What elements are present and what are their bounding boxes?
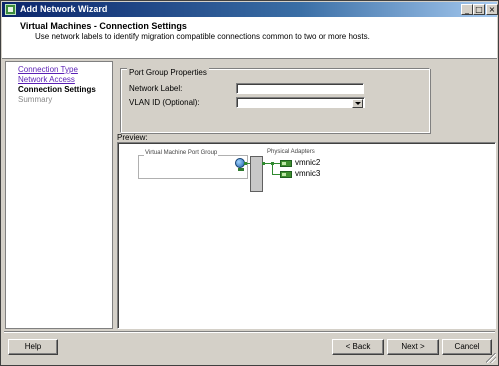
page-title: Virtual Machines - Connection Settings xyxy=(20,21,187,31)
wizard-steps-panel: Connection Type Network Access Connectio… xyxy=(5,61,113,329)
step-connection-settings: Connection Settings xyxy=(18,85,96,94)
back-button[interactable]: < Back xyxy=(332,339,384,355)
step-summary: Summary xyxy=(18,95,53,104)
vlan-id-label: VLAN ID (Optional): xyxy=(129,98,200,107)
page-description: Use network labels to identify migration… xyxy=(35,32,370,41)
content-panel: Port Group Properties Network Label: VLA… xyxy=(115,61,497,329)
adapter-vmnic2-label: vmnic2 xyxy=(295,158,321,167)
network-adapter-icon xyxy=(280,171,292,178)
window-title: Add Network Wizard xyxy=(20,4,108,14)
minimize-button[interactable]: _ xyxy=(461,4,473,15)
connector-line xyxy=(272,163,273,174)
step-network-access[interactable]: Network Access xyxy=(18,75,75,84)
close-button[interactable]: × xyxy=(486,4,498,15)
network-label-input[interactable] xyxy=(236,83,364,94)
cancel-button[interactable]: Cancel xyxy=(442,339,492,355)
next-button[interactable]: Next > xyxy=(387,339,439,355)
preview-label: Preview: xyxy=(117,133,148,142)
network-preview: Virtual Machine Port Group Physical Adap… xyxy=(117,142,496,329)
adapter-vmnic3-label: vmnic3 xyxy=(295,169,321,178)
resize-grip-icon[interactable] xyxy=(486,353,496,363)
connector-dot xyxy=(262,162,265,165)
vm-port-group-box: Virtual Machine Port Group xyxy=(138,150,248,179)
help-button[interactable]: Help xyxy=(8,339,58,355)
port-group-properties-legend: Port Group Properties xyxy=(127,68,209,77)
vm-port-group-caption: Virtual Machine Port Group xyxy=(144,150,219,156)
connector-dot xyxy=(244,162,247,165)
vlan-id-select[interactable] xyxy=(236,97,365,108)
chevron-down-icon[interactable] xyxy=(352,99,363,108)
network-adapter-icon xyxy=(280,160,292,167)
physical-adapters-caption: Physical Adapters xyxy=(266,149,316,155)
button-bar-separator xyxy=(4,331,495,333)
add-network-wizard-window: Add Network Wizard _ □ × Virtual Machine… xyxy=(0,0,499,366)
connector-line xyxy=(272,174,280,175)
step-connection-type[interactable]: Connection Type xyxy=(18,65,78,74)
network-label-label: Network Label: xyxy=(129,84,183,93)
wizard-header: Virtual Machines - Connection Settings U… xyxy=(2,17,497,59)
wizard-icon xyxy=(5,4,16,15)
title-bar[interactable]: Add Network Wizard _ □ × xyxy=(2,2,498,17)
maximize-button[interactable]: □ xyxy=(473,4,485,15)
